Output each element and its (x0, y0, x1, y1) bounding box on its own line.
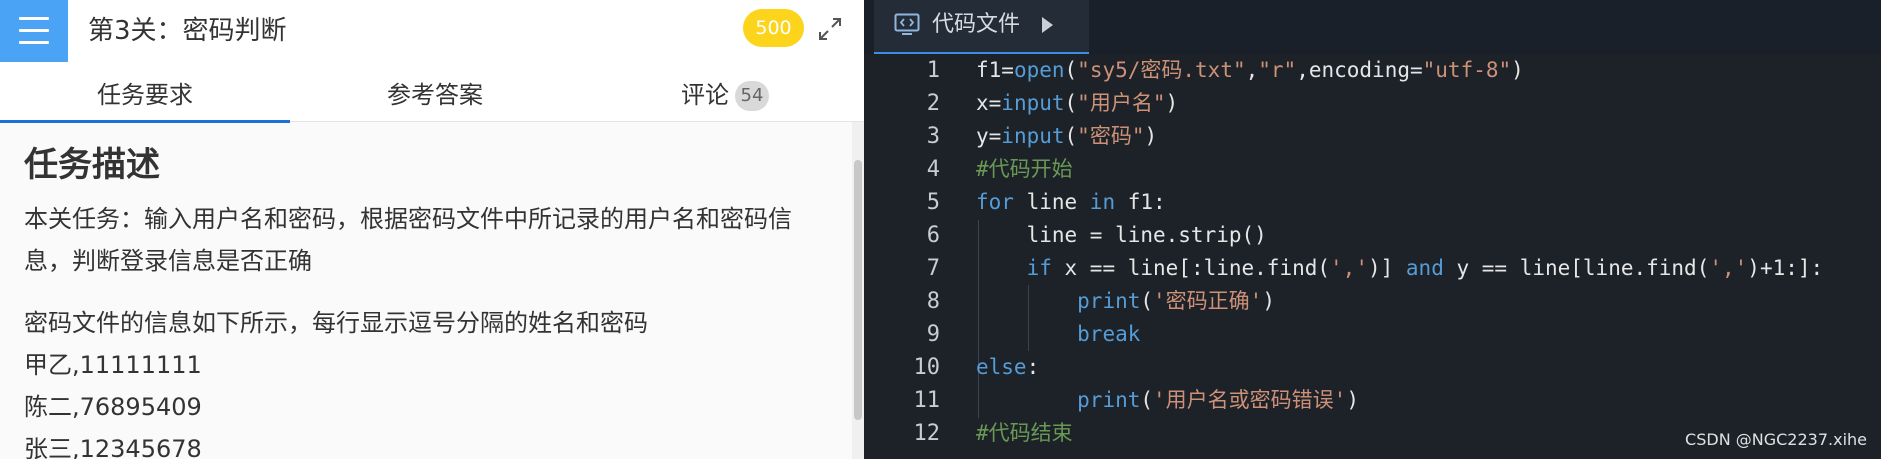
tab-label: 参考答案 (387, 81, 483, 109)
task-description: 任务描述 本关任务：输入用户名和密码，根据密码文件中所记录的用户名和密码信 息，… (24, 140, 824, 459)
line-number: 3 (926, 124, 940, 149)
line-number: 9 (926, 322, 940, 347)
tab-reference-answer[interactable]: 参考答案 (290, 62, 580, 122)
menu-button[interactable] (0, 0, 68, 62)
menu-icon-line (19, 29, 49, 32)
score-badge: 500 (743, 9, 804, 47)
line-number: 5 (926, 190, 940, 215)
editor-tab-bar: 代码文件 (864, 0, 1881, 54)
description-text: 本关任务：输入用户名和密码，根据密码文件中所记录的用户名和密码信 息，判断登录信… (24, 198, 824, 282)
line-number: 2 (926, 91, 940, 116)
code-line-4: #代码开始 (976, 157, 1073, 181)
description-line: 本关任务：输入用户名和密码，根据密码文件中所记录的用户名和密码信 (24, 205, 792, 233)
line-number: 11 (913, 388, 941, 413)
top-bar: 第3关：密码判断 500 (0, 0, 864, 62)
code-line-11: print('用户名或密码错误') (1077, 388, 1359, 412)
task-panel: 第3关：密码判断 500 任务要求 参考答案 评论 54 任务描述 本关任务：输入… (0, 0, 864, 459)
code-line-10: else: (976, 355, 1040, 379)
code-line-8: print('密码正确') (1077, 289, 1275, 313)
play-arrow-icon[interactable] (1042, 17, 1053, 33)
code-line-2: x=input("用户名") (976, 91, 1179, 115)
line-number: 1 (926, 58, 940, 83)
code-line-9: break (1077, 322, 1141, 346)
code-area[interactable]: f1=open("sy5/密码.txt","r",encoding="utf-8… (976, 54, 1881, 459)
watermark: CSDN @NGC2237.xihe (1685, 430, 1867, 449)
tab-label: 任务要求 (97, 81, 193, 109)
record-line: 陈二,76895409 (24, 393, 202, 421)
menu-icon-line (19, 41, 49, 44)
tab-label: 评论 (681, 81, 729, 109)
tab-bar: 任务要求 参考答案 评论 54 (0, 62, 864, 123)
tab-comments[interactable]: 评论 54 (580, 62, 864, 122)
code-line-3: y=input("密码") (976, 124, 1158, 148)
file-info-intro: 密码文件的信息如下所示，每行显示逗号分隔的姓名和密码 (24, 309, 648, 337)
line-number: 12 (913, 421, 941, 446)
tab-task-requirements[interactable]: 任务要求 (0, 62, 290, 123)
line-number: 10 (913, 355, 941, 380)
expand-icon[interactable] (816, 15, 844, 43)
record-line: 甲乙,11111111 (24, 351, 202, 379)
active-tab-indicator (0, 120, 290, 123)
description-line: 息，判断登录信息是否正确 (24, 247, 312, 275)
line-number: 7 (926, 256, 940, 281)
code-editor: 代码文件 1 2 3 4 5 6 7 8 9 10 11 12 f1=open(… (864, 0, 1881, 459)
line-number: 4 (926, 157, 940, 182)
code-line-7: if x == line[:line.find(',')] and y == l… (1026, 256, 1824, 280)
code-line-5: for line in f1: (976, 190, 1166, 214)
file-info: 密码文件的信息如下所示，每行显示逗号分隔的姓名和密码 甲乙,11111111 陈… (24, 302, 824, 459)
record-line: 张三,12345678 (24, 435, 202, 459)
file-tab-code[interactable]: 代码文件 (874, 0, 1089, 54)
code-line-6: line = line.strip() (976, 223, 1267, 247)
line-number: 6 (926, 223, 940, 248)
line-number-gutter: 1 2 3 4 5 6 7 8 9 10 11 12 (864, 54, 954, 459)
comment-count-badge: 54 (735, 81, 769, 111)
code-line-1: f1=open("sy5/密码.txt","r",encoding="utf-8… (976, 58, 1524, 82)
file-tab-label: 代码文件 (932, 12, 1021, 37)
code-file-icon (894, 13, 920, 35)
level-title: 第3关：密码判断 (88, 16, 287, 46)
code-line-12: #代码结束 (976, 421, 1073, 445)
line-number: 8 (926, 289, 940, 314)
scrollbar-thumb[interactable] (854, 160, 862, 420)
section-title: 任务描述 (24, 145, 160, 185)
menu-icon-line (19, 17, 49, 20)
